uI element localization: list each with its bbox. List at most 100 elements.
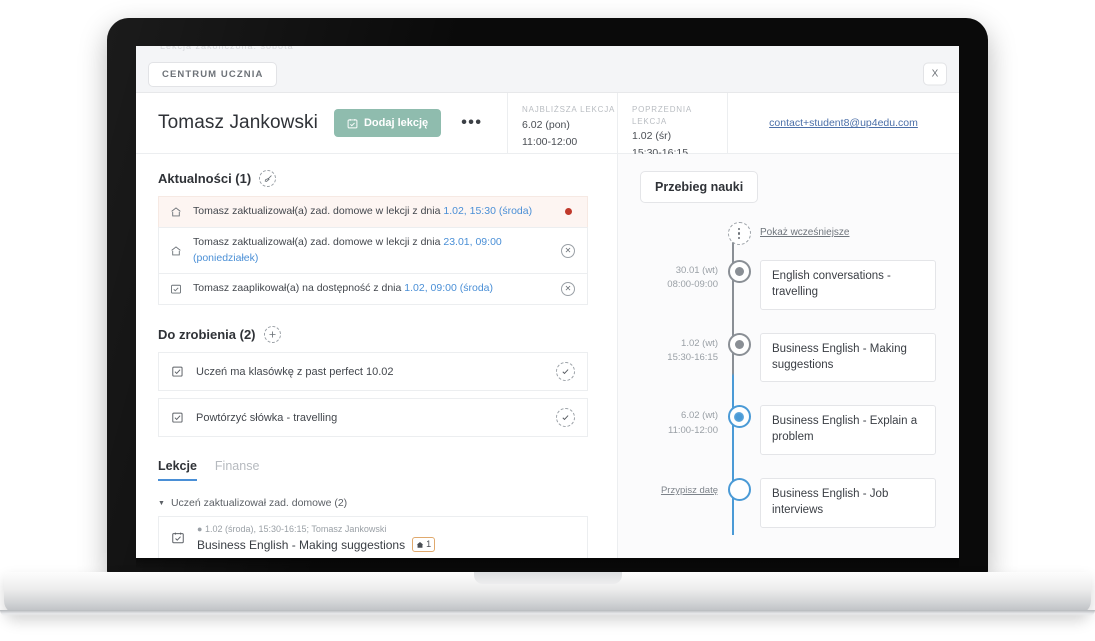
previous-lesson-label: POPRZEDNIA LEKCJA xyxy=(632,105,692,126)
timeline-spacer xyxy=(640,221,718,226)
student-email-block: contact+student8@up4edu.com xyxy=(727,93,959,153)
todo-item[interactable]: Uczeń ma klasówkę z past perfect 10.02 xyxy=(158,352,588,391)
broom-icon[interactable] xyxy=(259,170,277,187)
ghost-overlay-text: Lekcja zakończona: sobota xyxy=(160,46,294,51)
calendar-check-icon xyxy=(169,531,186,545)
breadcrumb-centrum-ucznia[interactable]: CENTRUM UCZNIA xyxy=(148,61,278,87)
tab-lekcje[interactable]: Lekcje xyxy=(158,459,197,481)
timeline-node-future[interactable] xyxy=(727,478,751,502)
app-top-strip: Lekcja zakończona: sobota xyxy=(136,46,959,56)
lessons-group-label: Uczeń zaktualizował zad. domowe (2) xyxy=(170,497,348,509)
timeline-node-wrap xyxy=(718,332,760,356)
timeline-item-date: 6.02 (wt) 11:00-12:00 xyxy=(667,410,718,436)
learning-timeline: Pokaż wcześniejsze 30.01 (wt) 08:00-09:0… xyxy=(640,221,959,535)
plus-icon[interactable] xyxy=(263,326,281,343)
news-item[interactable]: Tomasz zaktualizował(a) zad. domowe w le… xyxy=(158,196,588,228)
news-item[interactable]: Tomasz zaaplikował(a) na dostępność z dn… xyxy=(158,273,588,305)
laptop-notch xyxy=(473,572,622,584)
timeline-node-past[interactable] xyxy=(727,332,751,356)
checkbox-icon[interactable] xyxy=(171,365,184,378)
todo-section-header: Do zrobienia (2) xyxy=(158,326,617,343)
add-lesson-button[interactable]: Dodaj lekcję xyxy=(333,109,442,137)
news-item-text: Tomasz zaaplikował(a) na dostępność z dn… xyxy=(193,282,494,295)
next-lesson-block: NAJBLIŻSZA LEKCJA 6.02 (pon) 11:00-12:00 xyxy=(507,93,617,153)
dismiss-news-button[interactable]: ✕ xyxy=(559,243,577,258)
timeline-node-current[interactable] xyxy=(727,405,751,429)
next-lesson-label: NAJBLIŻSZA LEKCJA xyxy=(522,105,616,114)
next-lesson-date: 6.02 (pon) xyxy=(522,118,570,131)
news-item-text: Tomasz zaktualizował(a) zad. domowe w le… xyxy=(193,235,502,264)
close-icon[interactable]: ✕ xyxy=(561,282,575,297)
timeline-item-date: 1.02 (wt) 15:30-16:15 xyxy=(667,337,718,363)
close-icon[interactable]: ✕ xyxy=(561,243,575,258)
dismiss-news-button[interactable]: ✕ xyxy=(559,282,577,297)
timeline-item: 6.02 (wt) 11:00-12:00 Business English -… xyxy=(640,404,959,456)
left-panel: Aktualności (1) Tomasz zaktualizował(a) … xyxy=(136,154,617,558)
more-options-icon[interactable]: ••• xyxy=(457,115,486,131)
right-panel: Przebieg nauki Pokaż wcześniejsze 30.01 … xyxy=(617,154,959,558)
timeline-card[interactable]: Business English - Explain a problem xyxy=(760,405,936,456)
calendar-plus-icon xyxy=(347,118,358,129)
laptop-hinge-shadow xyxy=(136,558,959,568)
timeline-node-wrap xyxy=(718,404,760,429)
todo-item-text: Uczeń ma klasówkę z past perfect 10.02 xyxy=(196,365,394,378)
student-email-link[interactable]: contact+student8@up4edu.com xyxy=(769,117,918,129)
todo-title: Do zrobienia (2) xyxy=(158,327,256,342)
app-bar: CENTRUM UCZNIA X xyxy=(136,56,959,93)
news-list: Tomasz zaktualizował(a) zad. domowe w le… xyxy=(158,196,588,305)
news-item-text: Tomasz zaktualizował(a) zad. domowe w le… xyxy=(193,205,533,217)
show-earlier-link[interactable]: Pokaż wcześniejsze xyxy=(760,221,849,238)
news-section-header: Aktualności (1) xyxy=(158,170,617,187)
timeline-item: Przypisz datę Business English - Job int… xyxy=(640,477,959,528)
timeline-node-past[interactable] xyxy=(727,260,751,283)
timeline-show-earlier-row: Pokaż wcześniejsze xyxy=(640,221,959,245)
news-unread-indicator xyxy=(559,208,577,216)
previous-lesson-date: 1.02 (śr) xyxy=(632,130,672,143)
assign-date-link[interactable]: Przypisz datę xyxy=(640,477,718,496)
student-header: Tomasz Jankowski Dodaj lekcję ••• NAJBLI… xyxy=(136,93,959,159)
next-lesson-time: 11:00-12:00 xyxy=(522,135,578,148)
student-header-left: Tomasz Jankowski Dodaj lekcję ••• xyxy=(136,93,507,153)
lesson-title: Business English - Making suggestions xyxy=(197,537,406,552)
timeline-item-date: 30.01 (wt) 08:00-09:00 xyxy=(667,265,718,291)
przebieg-nauki-button[interactable]: Przebieg nauki xyxy=(640,171,759,203)
more-vertical-icon[interactable] xyxy=(727,222,751,245)
laptop-foot xyxy=(0,610,1095,616)
previous-lesson-block: POPRZEDNIA LEKCJA 1.02 (śr) 15:30-16:15 xyxy=(617,93,727,159)
content-split: Aktualności (1) Tomasz zaktualizował(a) … xyxy=(136,154,959,558)
todo-item[interactable]: Powtórzyć słówka - travelling xyxy=(158,398,588,437)
laptop-mockup-stage: Lekcja zakończona: sobota CENTRUM UCZNIA… xyxy=(0,0,1095,641)
homework-badge-count: 1 xyxy=(426,539,432,549)
lesson-meta: ● 1.02 (środa), 15:30-16:15; Tomasz Jank… xyxy=(197,524,387,534)
lesson-row-body: ● 1.02 (środa), 15:30-16:15; Tomasz Jank… xyxy=(197,524,436,552)
checkbox-icon[interactable] xyxy=(171,411,184,424)
todo-list: Uczeń ma klasówkę z past perfect 10.02 P… xyxy=(158,352,588,437)
timeline-node-wrap xyxy=(718,477,760,502)
laptop-screen: Lekcja zakończona: sobota CENTRUM UCZNIA… xyxy=(136,46,959,558)
timeline-card[interactable]: Business English - Making suggestions xyxy=(760,332,936,383)
content-tabs: Lekcje Finanse xyxy=(158,459,617,481)
timeline-node-wrap xyxy=(718,221,760,245)
home-icon xyxy=(168,245,184,257)
timeline-item: 30.01 (wt) 08:00-09:00 English conversat… xyxy=(640,259,959,310)
lesson-title-wrap: Business English - Making suggestions 1 xyxy=(197,537,436,552)
timeline-card[interactable]: Business English - Job interviews xyxy=(760,478,936,528)
timeline-card[interactable]: English conversations - travelling xyxy=(760,260,936,310)
news-item[interactable]: Tomasz zaktualizował(a) zad. domowe w le… xyxy=(158,226,588,275)
todo-item-text: Powtórzyć słówka - travelling xyxy=(196,411,338,424)
close-icon[interactable]: X xyxy=(923,62,947,86)
add-lesson-label: Dodaj lekcję xyxy=(363,117,429,129)
page-title: Tomasz Jankowski xyxy=(158,112,318,133)
calendar-check-icon xyxy=(168,283,184,295)
news-title: Aktualności (1) xyxy=(158,171,252,186)
complete-todo-button[interactable] xyxy=(556,362,575,381)
tab-finanse[interactable]: Finanse xyxy=(215,459,259,481)
complete-todo-button[interactable] xyxy=(556,408,575,427)
timeline-item: 1.02 (wt) 15:30-16:15 Business English -… xyxy=(640,332,959,383)
lesson-row[interactable]: ● 1.02 (środa), 15:30-16:15; Tomasz Jank… xyxy=(158,516,588,558)
home-icon xyxy=(168,206,184,218)
timeline-node-wrap xyxy=(718,259,760,283)
lessons-group-header[interactable]: ▼ Uczeń zaktualizował zad. domowe (2) xyxy=(158,497,617,509)
homework-badge: 1 xyxy=(412,537,436,552)
todo-section: Do zrobienia (2) Uczeń ma klasówkę z pas… xyxy=(158,326,617,437)
